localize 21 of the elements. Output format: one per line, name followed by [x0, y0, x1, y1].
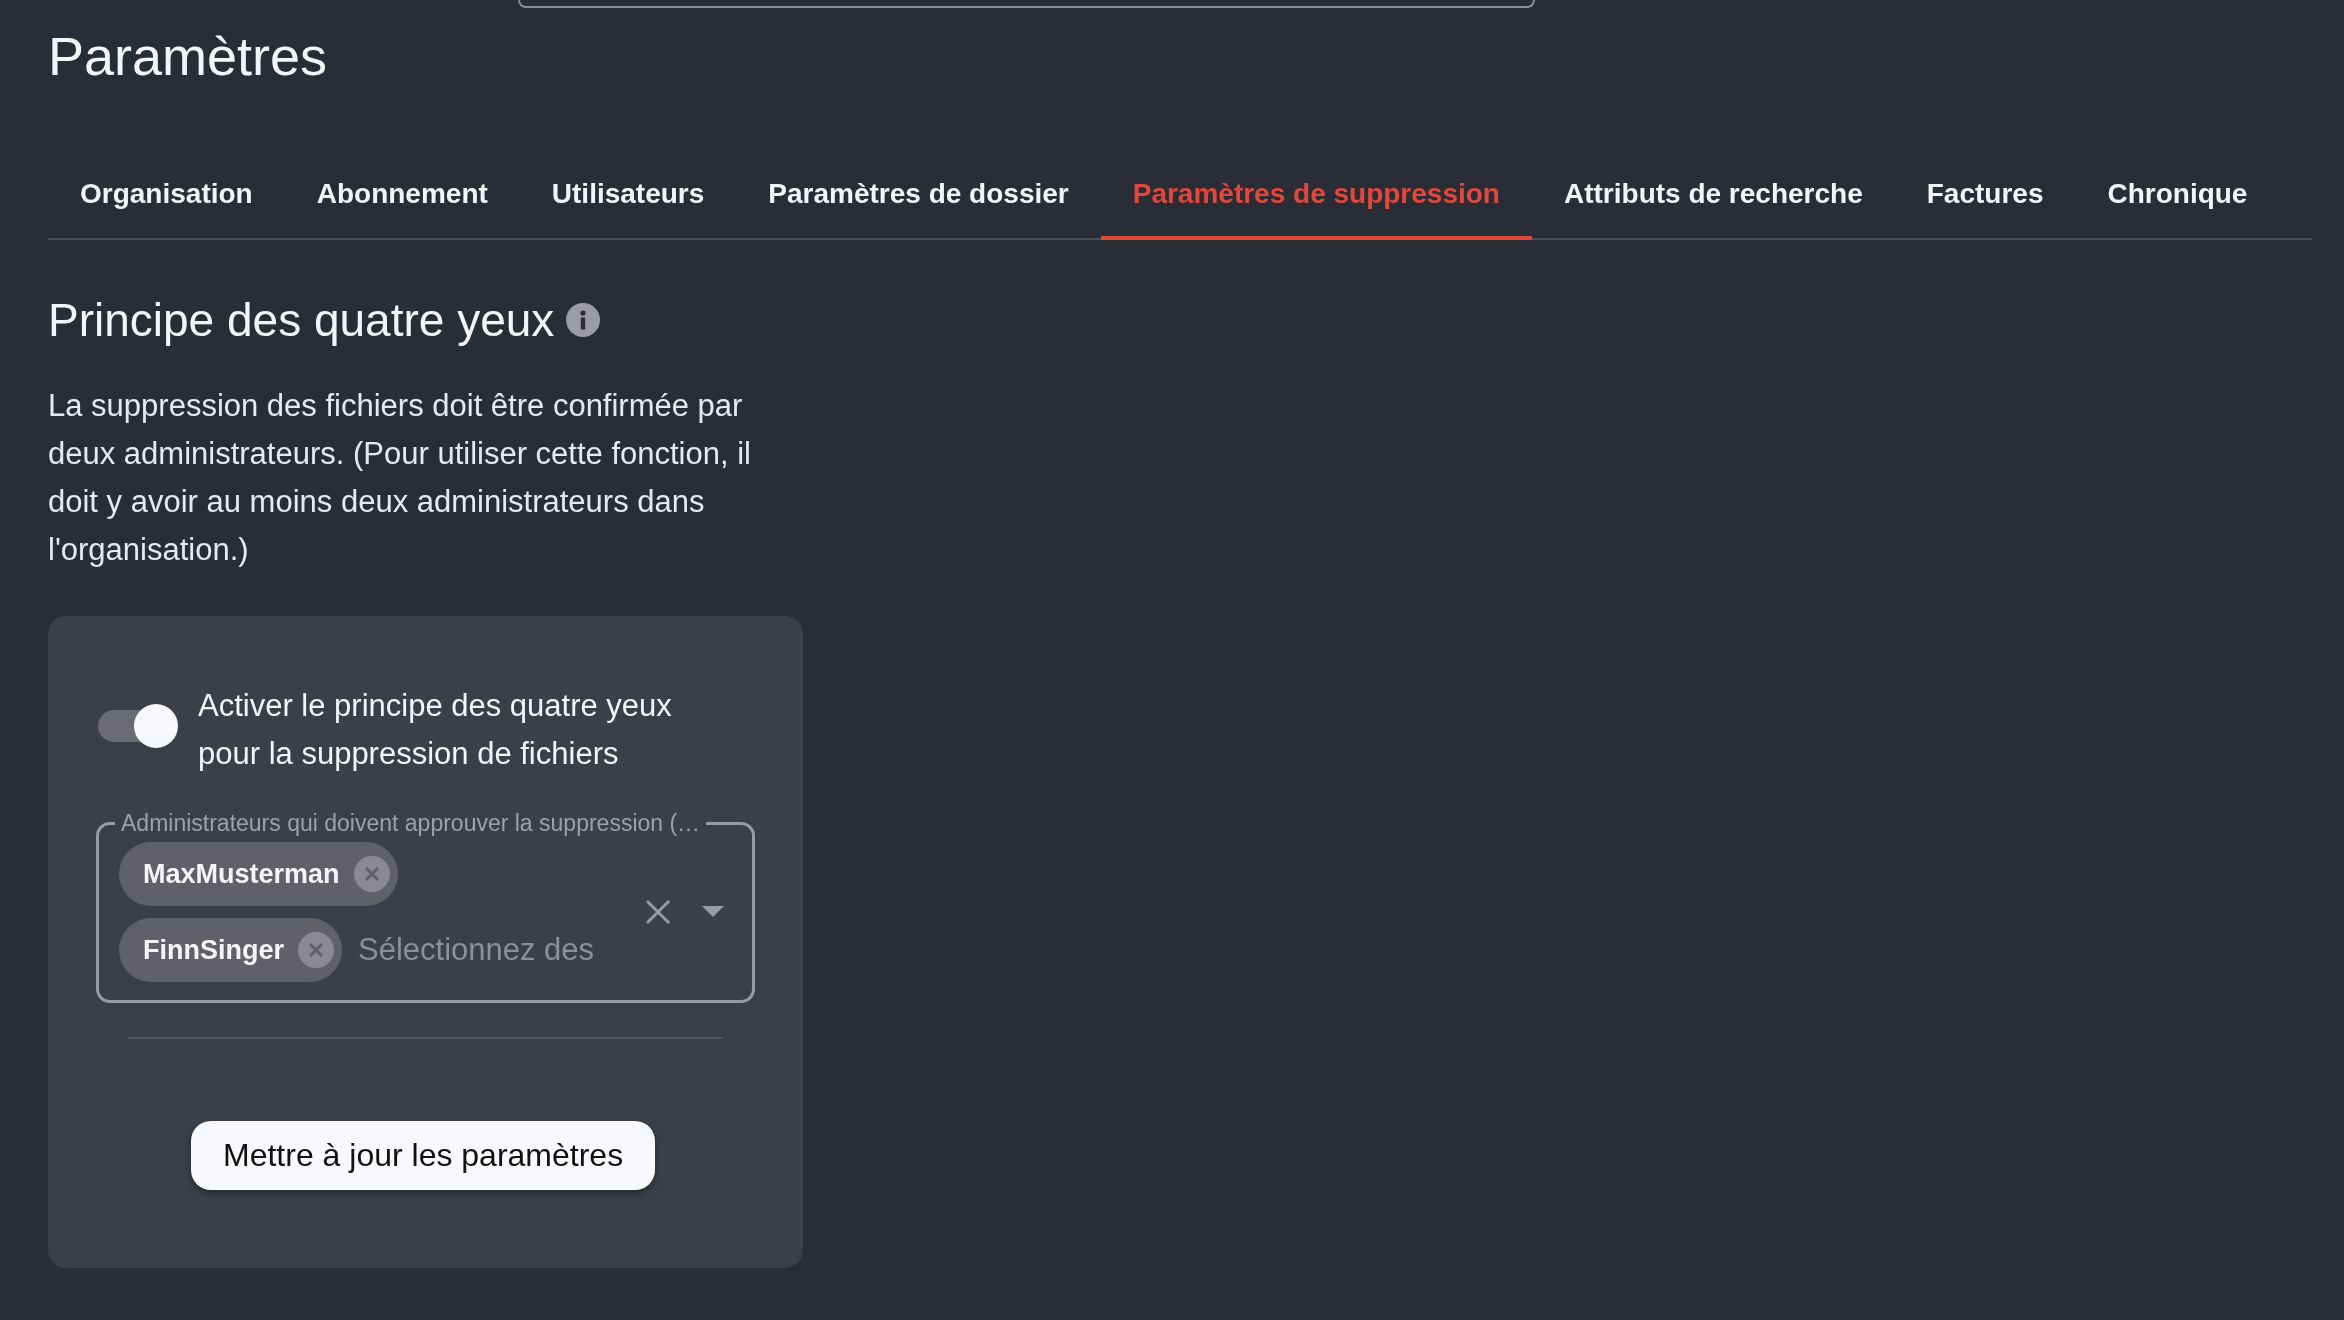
tab[interactable]: Paramètres de dossier: [736, 156, 1101, 240]
toggle-switch[interactable]: [96, 704, 178, 748]
search-input[interactable]: Sélectionnez des: [356, 931, 626, 969]
clear-icon[interactable]: [644, 898, 672, 926]
field-label: Administrateurs qui doivent approuver la suppression (…: [120, 809, 702, 838]
section-title: Principe des quatre yeux: [48, 293, 555, 348]
tab[interactable]: Utilisateurs: [519, 156, 737, 240]
tab[interactable]: Abonnement: [284, 156, 520, 240]
tab[interactable]: Factures: [1894, 156, 2076, 240]
dropdown-caret-icon[interactable]: [702, 906, 724, 918]
toggle-label: Activer le principe des quatre yeux pour la suppression de fichiers: [198, 687, 673, 773]
chip-label: MaxMusterman: [143, 858, 340, 890]
page-title: Paramètres: [48, 25, 329, 88]
tab[interactable]: Attributs de recherche: [1532, 156, 1895, 240]
update-settings-button[interactable]: Mettre à jour les paramètres: [191, 1121, 656, 1190]
chip-label: FinnSinger: [143, 934, 284, 966]
input-field[interactable]: [518, 0, 1535, 8]
info-icon[interactable]: [566, 303, 601, 337]
section-description: La suppression des fichiers doit être confirmée par deux administrateurs. (Pour utiliser cette fonction, il doit y avoir au moins deux administrateurs dans l'organisation.): [48, 387, 752, 569]
tab[interactable]: Organisation: [48, 156, 285, 240]
tab[interactable]: Chronique: [2075, 156, 2280, 240]
